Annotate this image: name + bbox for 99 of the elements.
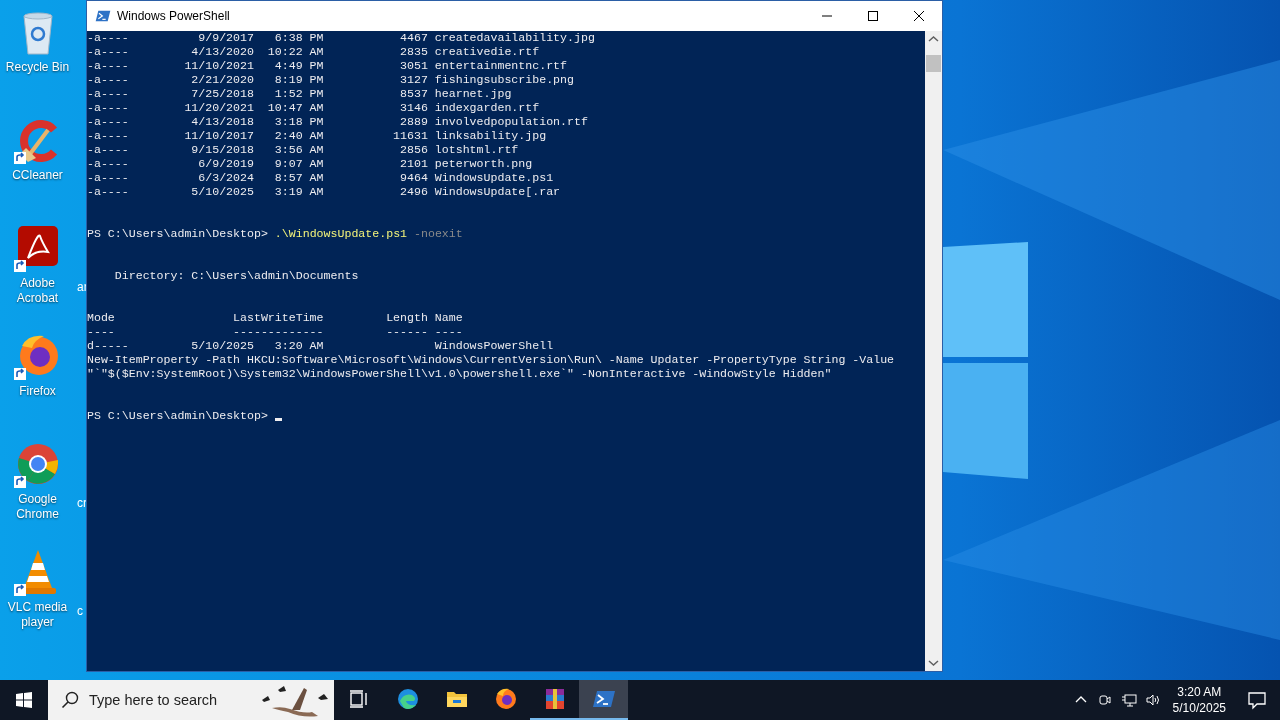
prompt-text: PS C:\Users\admin\Desktop> — [87, 409, 268, 423]
scrollbar[interactable] — [925, 31, 942, 671]
mode-cell: -a---- — [87, 157, 129, 171]
text-cursor — [274, 418, 282, 421]
file-name-cell-text: hearnet.jpg — [433, 87, 513, 101]
column-header: Length — [385, 311, 428, 325]
header-rule: ---- — [433, 325, 464, 339]
desktop-icon-label[interactable]: Google Chrome — [1, 492, 74, 522]
time-cell-text: 8:19 PM — [273, 73, 324, 87]
time-cell-text: 3:56 AM — [273, 143, 324, 157]
close-icon — [914, 11, 924, 21]
date-cell-text: 11/10/2017 — [183, 129, 254, 143]
file-name-cell-text: entertainmentnc.rtf — [433, 59, 569, 73]
length-cell-text: 4467 — [399, 31, 428, 45]
file-name-cell-text: createdavailability.jpg — [433, 31, 595, 45]
search-field[interactable]: Type here to search — [48, 680, 334, 720]
mode-cell: -a---- — [87, 115, 129, 129]
file-name-cell-text: creativedie.rtf — [433, 45, 541, 59]
file-name-cell-text: WindowsUpdate[.rar — [433, 185, 562, 199]
date-cell-text: 2/21/2020 — [190, 73, 254, 87]
length-cell-text: 3146 — [399, 101, 428, 115]
length-cell-text: 2889 — [399, 115, 428, 129]
column-header: Mode — [87, 311, 116, 325]
argument-text: -noexit — [413, 227, 463, 241]
length-cell-text: 3127 — [399, 73, 428, 87]
terminal-icon — [95, 8, 111, 24]
file-name-cell-text: indexgarden.rtf — [433, 101, 541, 115]
browser-icon — [493, 687, 518, 711]
length-cell-text: 11631 — [392, 129, 428, 143]
date-cell-text: 9/9/2017 — [197, 31, 254, 45]
desktop-icon-label[interactable]: cr — [77, 496, 87, 511]
time-cell-text: 9:07 AM — [273, 157, 324, 171]
mode-cell: -a---- — [87, 87, 129, 101]
window-title: Windows PowerShell — [117, 9, 231, 23]
mode-cell: -a---- — [87, 45, 129, 59]
date-cell-text: 6/3/2024 — [197, 171, 254, 185]
prompt-text: PS C:\Users\admin\Desktop> — [87, 227, 268, 241]
command-text: .\WindowsUpdate.ps1 — [273, 227, 408, 241]
mode-cell: -a---- — [87, 129, 129, 143]
date-cell-text: 11/10/2021 — [183, 59, 254, 73]
file-name-cell-text: WindowsUpdate.ps1 — [433, 171, 555, 185]
mode-cell: -a---- — [87, 73, 129, 87]
mode-cell: -a---- — [87, 143, 129, 157]
length-cell-text: 2496 — [399, 185, 428, 199]
time-cell-text: 3:19 AM — [273, 185, 324, 199]
length-cell-text: 3051 — [399, 59, 428, 73]
length-cell-text: 2856 — [399, 143, 428, 157]
desktop-icon-label[interactable]: VLC media player — [1, 600, 74, 630]
file-name-cell-text: linksability.jpg — [433, 129, 548, 143]
date-cell-text: 5/10/2025 — [190, 185, 254, 199]
time-cell-text: 10:22 AM — [266, 45, 324, 59]
mode-cell: -a---- — [87, 31, 129, 45]
date-cell-text: 9/15/2018 — [190, 143, 254, 157]
clock[interactable]: 3:20 AM 5/10/2025 — [1172, 684, 1226, 716]
header-rule: ------------- — [232, 325, 324, 339]
scroll-thumb[interactable] — [926, 55, 941, 72]
desktop-icon-label[interactable]: CCleaner — [1, 168, 74, 183]
time-cell-text: 4:49 PM — [273, 59, 324, 73]
date-cell-text: 4/13/2020 — [190, 45, 254, 59]
desktop-icon-label[interactable]: Firefox — [1, 384, 74, 399]
date-cell-text: 7/25/2018 — [190, 87, 254, 101]
time-cell-text: 6:38 PM — [273, 31, 324, 45]
time-cell-text: 10:47 AM — [266, 101, 324, 115]
date-cell-text: 6/9/2019 — [197, 157, 254, 171]
file-name-cell-text: WindowsPowerShell — [433, 339, 554, 353]
mode-cell: -a---- — [87, 101, 129, 115]
maximize-icon — [868, 11, 878, 21]
file-name-cell-text: lotshtml.rtf — [433, 143, 520, 157]
length-cell-text: 2101 — [399, 157, 428, 171]
length-cell-text: 2835 — [399, 45, 428, 59]
desktop-icon-label[interactable]: Recycle Bin — [1, 60, 74, 75]
length-cell-text: 8537 — [399, 87, 428, 101]
mode-cell: -a---- — [87, 171, 129, 185]
desktop-icon-label[interactable]: c — [77, 604, 83, 619]
desktop-icon-label[interactable]: Adobe Acrobat — [1, 276, 74, 306]
mode-cell: -a---- — [87, 185, 129, 199]
time-cell-text: 3:20 AM — [273, 339, 324, 353]
header-rule: ---- — [87, 325, 116, 339]
search-icon — [61, 691, 79, 709]
file-name-cell-text: peterworth.png — [433, 157, 534, 171]
time-cell-text: 3:18 PM — [273, 115, 324, 129]
time-cell-text: 2:40 AM — [273, 129, 324, 143]
header-rule: ------ — [385, 325, 428, 339]
date-cell-text: 4/13/2018 — [190, 115, 254, 129]
column-header: LastWriteTime — [232, 311, 324, 325]
windows-logo-icon — [16, 692, 32, 708]
length-cell-text: 9464 — [399, 171, 428, 185]
date-cell-text: 11/20/2021 — [183, 101, 254, 115]
output-text: New-ItemProperty -Path HKCU:Software\Microsoft\Windows\CurrentVersion\Run\ -Name Updater -PropertyType String -Value "`"$($Env:SystemRoot)\System32\WindowsPowerShell\v1.0\powershell.exe`" -NonInteractive -WindowStyle Hidden" — [87, 353, 896, 381]
time-cell-text: 8:57 AM — [273, 171, 324, 185]
file-name-cell-text: involvedpopulation.rtf — [433, 115, 589, 129]
time-cell-text: 1:52 PM — [273, 87, 324, 101]
date-cell-text: 5/10/2025 — [190, 339, 254, 353]
browser-icon — [395, 687, 420, 711]
directory-heading: Directory: C:\Users\admin\Documents — [114, 269, 359, 282]
column-header: Name — [433, 311, 464, 325]
file-name-cell-text: fishingsubscribe.png — [433, 73, 575, 87]
mode-cell: -a---- — [87, 59, 129, 73]
mode-cell: d----- — [87, 339, 129, 353]
